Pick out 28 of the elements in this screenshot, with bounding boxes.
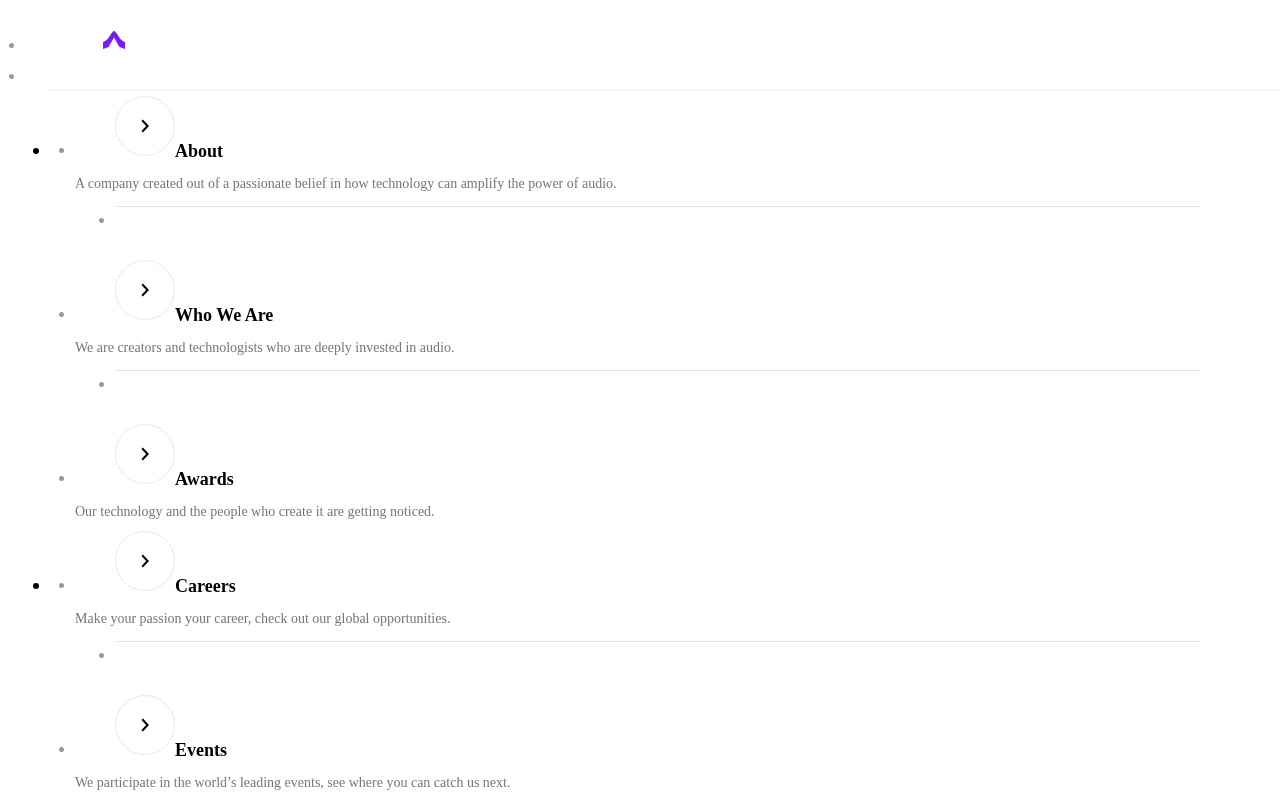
- section-heading[interactable]: Who We Are: [175, 306, 274, 324]
- bullet-icon: [9, 43, 14, 48]
- bullet-icon: [33, 148, 39, 154]
- bullet-icon: [99, 382, 104, 387]
- bullet-icon: [99, 653, 104, 658]
- section-description: Our technology and the people who create it are getting noticed.: [75, 503, 435, 521]
- section-heading[interactable]: Events: [175, 741, 227, 759]
- section-heading[interactable]: About: [175, 142, 223, 160]
- section-heading[interactable]: Awards: [175, 470, 234, 488]
- chevron-right-icon: [141, 718, 149, 732]
- chevron-right-icon: [141, 554, 149, 568]
- section-description: A company created out of a passionate belief in how technology can amplify the power of audio.: [75, 175, 617, 193]
- bullet-icon: [59, 747, 64, 752]
- section-heading[interactable]: Careers: [175, 577, 236, 595]
- logo-icon[interactable]: [103, 31, 125, 49]
- bullet-icon: [59, 312, 64, 317]
- bullet-icon: [99, 218, 104, 223]
- bullet-icon: [9, 74, 14, 79]
- bullet-icon: [59, 583, 64, 588]
- chevron-right-icon: [141, 283, 149, 297]
- bullet-icon: [59, 476, 64, 481]
- chevron-right-icon: [141, 447, 149, 461]
- section-description: Make your passion your career, check out our global opportunities.: [75, 610, 451, 628]
- section-description: We participate in the world’s leading events, see where you can catch us next.: [75, 774, 511, 792]
- bullet-icon: [59, 148, 64, 153]
- chevron-right-icon: [141, 119, 149, 133]
- bullet-icon: [33, 583, 39, 589]
- section-description: We are creators and technologists who are deeply invested in audio.: [75, 339, 455, 357]
